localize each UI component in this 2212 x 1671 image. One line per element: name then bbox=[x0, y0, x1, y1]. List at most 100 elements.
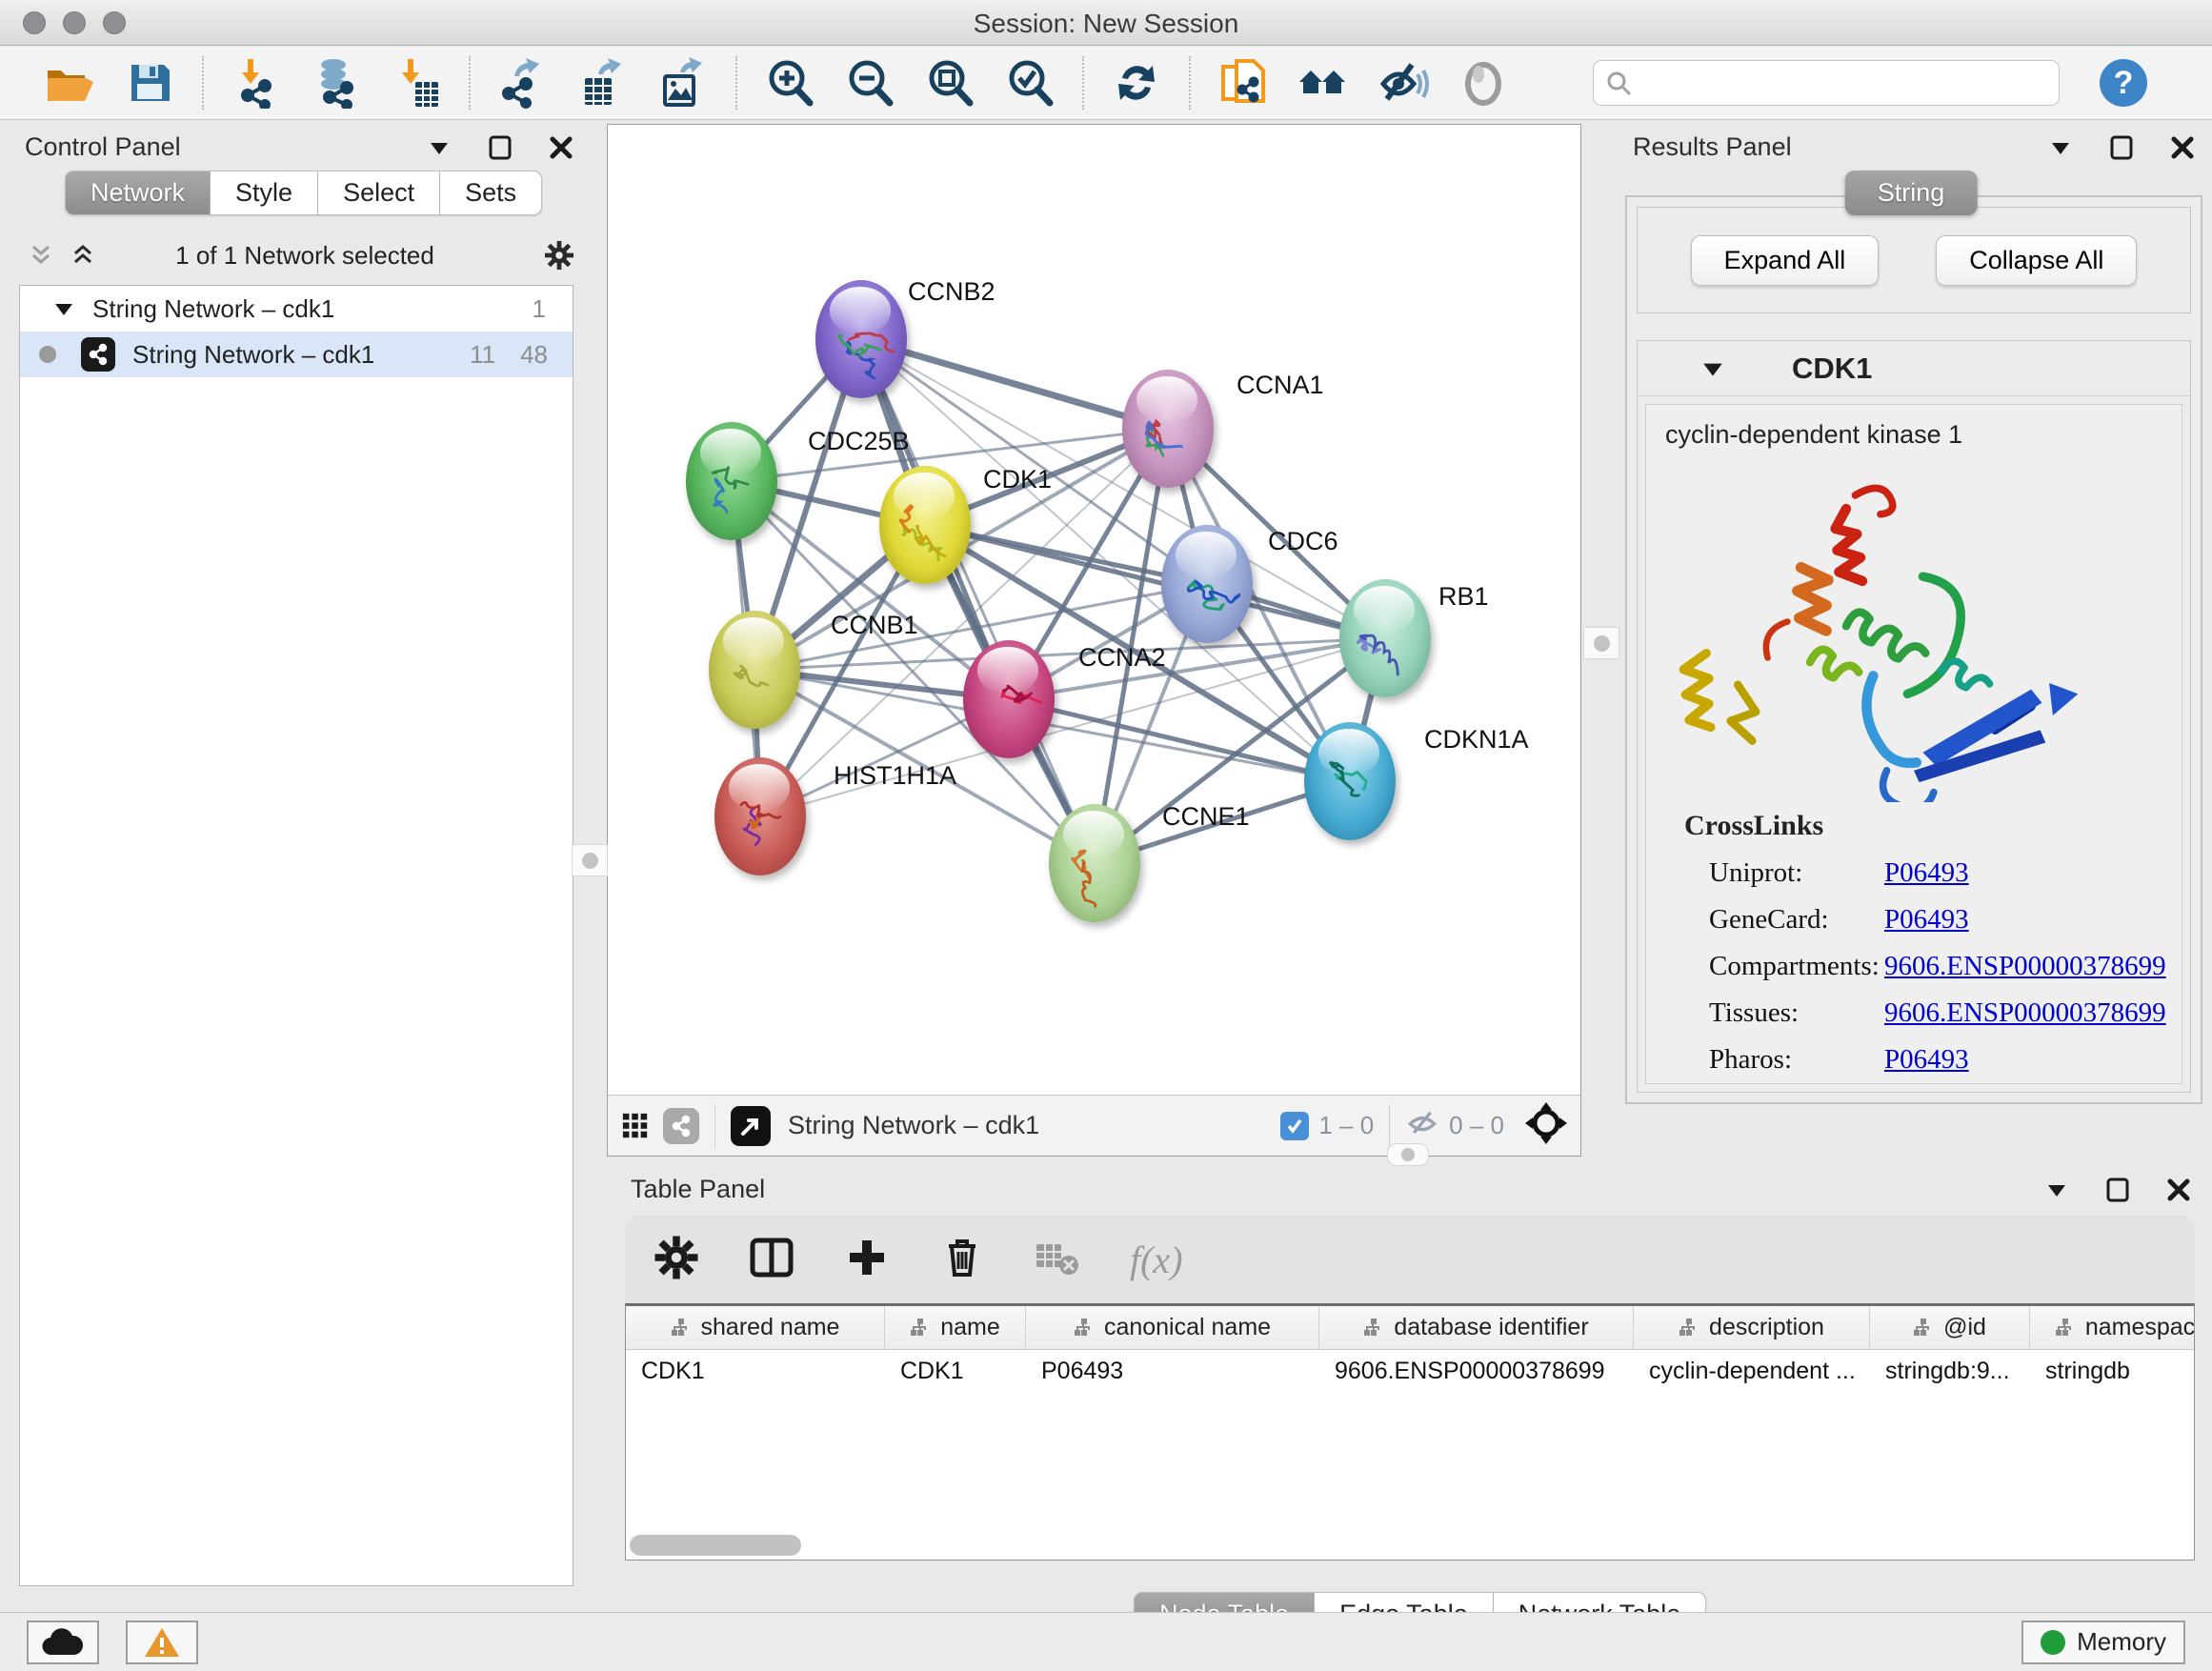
network-node-CDKN1A[interactable] bbox=[1304, 722, 1396, 840]
network-row[interactable]: String Network – cdk1 11 48 bbox=[20, 332, 573, 377]
crosslink-pharos[interactable]: P06493 bbox=[1884, 1044, 1969, 1076]
tab-style[interactable]: Style bbox=[211, 171, 318, 215]
expand-all-networks-icon[interactable] bbox=[69, 241, 97, 270]
control-panel-float-button[interactable] bbox=[486, 133, 514, 162]
column-header-namespac[interactable]: namespac bbox=[2030, 1306, 2195, 1349]
network-node-HIST1H1A[interactable] bbox=[714, 757, 806, 876]
save-session-button[interactable] bbox=[122, 55, 177, 111]
memory-button[interactable]: Memory bbox=[2021, 1621, 2185, 1664]
table-cell[interactable]: P06493 bbox=[1026, 1350, 1319, 1392]
network-node-CCNA1[interactable] bbox=[1122, 370, 1214, 488]
column-header-database-identifier[interactable]: database identifier bbox=[1319, 1306, 1634, 1349]
collapse-all-button[interactable]: Collapse All bbox=[1936, 235, 2137, 286]
cloud-button[interactable] bbox=[27, 1621, 99, 1664]
network-node-CDC6[interactable] bbox=[1161, 525, 1253, 643]
show-column-selector-icon[interactable] bbox=[749, 1235, 794, 1285]
tab-network[interactable]: Network bbox=[65, 171, 211, 215]
network-node-CCNA2[interactable] bbox=[963, 640, 1055, 758]
collapse-triangle-icon[interactable] bbox=[52, 297, 75, 320]
node-table[interactable]: shared namenamecanonical namedatabase id… bbox=[625, 1303, 2195, 1560]
tab-sets[interactable]: Sets bbox=[440, 171, 542, 215]
results-panel-menu-button[interactable] bbox=[2046, 133, 2075, 162]
apply-layout-button[interactable] bbox=[1109, 55, 1164, 111]
tab-select[interactable]: Select bbox=[318, 171, 440, 215]
first-neighbors-button[interactable] bbox=[1296, 55, 1351, 111]
control-panel-close-button[interactable] bbox=[547, 133, 575, 162]
results-panel-float-button[interactable] bbox=[2107, 133, 2136, 162]
node-label-RB1: RB1 bbox=[1438, 582, 1489, 612]
open-session-button[interactable] bbox=[42, 55, 97, 111]
results-panel-close-button[interactable] bbox=[2168, 133, 2197, 162]
network-node-CDK1[interactable] bbox=[879, 466, 971, 584]
network-node-RB1[interactable] bbox=[1339, 579, 1431, 697]
grid-view-icon[interactable] bbox=[621, 1112, 650, 1140]
node-structure-glyph bbox=[1135, 400, 1200, 473]
search-input[interactable] bbox=[1632, 64, 2047, 102]
column-header--id[interactable]: @id bbox=[1870, 1306, 2030, 1349]
column-header-canonical-name[interactable]: canonical name bbox=[1026, 1306, 1319, 1349]
hide-selected-button[interactable] bbox=[1376, 55, 1431, 111]
tab-string[interactable]: String bbox=[1845, 171, 1978, 215]
import-network-from-database-button[interactable] bbox=[309, 55, 364, 111]
detach-view-icon[interactable] bbox=[731, 1106, 771, 1146]
crosslink-tissues[interactable]: 9606.ENSP00000378699 bbox=[1884, 997, 2166, 1029]
selected-checkbox-icon[interactable] bbox=[1280, 1112, 1309, 1140]
table-horizontal-scrollbar[interactable] bbox=[630, 1535, 801, 1556]
birdseye-icon[interactable] bbox=[1525, 1102, 1567, 1149]
network-canvas[interactable]: CCNB2CCNA1CDC25BCDK1CDC6RB1CCNB1CCNA2CDK… bbox=[608, 125, 1580, 1094]
table-cell[interactable]: CDK1 bbox=[626, 1350, 885, 1392]
crosslink-genecard[interactable]: P06493 bbox=[1884, 904, 1969, 936]
import-network-button[interactable] bbox=[229, 55, 284, 111]
network-share-icon bbox=[81, 337, 115, 372]
left-splitter-handle[interactable] bbox=[572, 844, 608, 876]
cdk1-section-header[interactable]: CDK1 bbox=[1638, 341, 2190, 396]
export-network-button[interactable] bbox=[495, 55, 551, 111]
delete-column-trash-icon[interactable] bbox=[939, 1235, 985, 1285]
bottom-splitter-handle[interactable] bbox=[1387, 1143, 1429, 1166]
copy-network-button[interactable] bbox=[1216, 55, 1271, 111]
section-collapse-triangle-icon[interactable] bbox=[1700, 356, 1725, 381]
zoom-in-button[interactable] bbox=[762, 55, 817, 111]
table-row[interactable]: CDK1CDK1P064939606.ENSP00000378699cyclin… bbox=[626, 1350, 2194, 1392]
crosslink-row: Uniprot:P06493 bbox=[1684, 857, 2182, 889]
network-collection-row[interactable]: String Network – cdk1 1 bbox=[20, 286, 573, 332]
crosslink-compartments[interactable]: 9606.ENSP00000378699 bbox=[1884, 951, 2166, 982]
column-header-shared-name[interactable]: shared name bbox=[626, 1306, 885, 1349]
warnings-button[interactable] bbox=[126, 1621, 198, 1664]
network-node-CCNB2[interactable] bbox=[815, 280, 907, 398]
control-panel-menu-button[interactable] bbox=[425, 133, 453, 162]
delete-table-icon bbox=[1035, 1235, 1080, 1285]
table-settings-gear-icon[interactable] bbox=[654, 1235, 699, 1285]
search-box[interactable] bbox=[1593, 60, 2060, 106]
table-panel-float-button[interactable] bbox=[2103, 1176, 2132, 1204]
crosslink-label: Tissues: bbox=[1684, 997, 1884, 1029]
show-all-button[interactable] bbox=[1456, 55, 1511, 111]
table-panel-close-button[interactable] bbox=[2164, 1176, 2193, 1204]
network-node-CDC25B[interactable] bbox=[686, 422, 777, 540]
zoom-selected-button[interactable] bbox=[1002, 55, 1057, 111]
table-cell[interactable]: stringdb:9... bbox=[1870, 1350, 2030, 1392]
crosslink-uniprot[interactable]: P06493 bbox=[1884, 857, 1969, 889]
selected-count: 1 – 0 bbox=[1318, 1111, 1374, 1140]
network-node-CCNE1[interactable] bbox=[1049, 804, 1140, 922]
column-header-name[interactable]: name bbox=[885, 1306, 1026, 1349]
network-edge[interactable] bbox=[861, 339, 1168, 429]
help-button[interactable]: ? bbox=[2096, 55, 2151, 111]
export-table-button[interactable] bbox=[575, 55, 631, 111]
table-cell[interactable]: cyclin-dependent ... bbox=[1634, 1350, 1870, 1392]
table-cell[interactable]: stringdb bbox=[2030, 1350, 2195, 1392]
import-table-button[interactable] bbox=[389, 55, 444, 111]
expand-all-button[interactable]: Expand All bbox=[1691, 235, 1880, 286]
column-header-description[interactable]: description bbox=[1634, 1306, 1870, 1349]
create-column-plus-icon[interactable] bbox=[844, 1235, 890, 1285]
table-panel-menu-button[interactable] bbox=[2042, 1176, 2071, 1204]
table-cell[interactable]: 9606.ENSP00000378699 bbox=[1319, 1350, 1634, 1392]
network-list-view-icon[interactable] bbox=[663, 1108, 699, 1144]
zoom-fit-button[interactable] bbox=[922, 55, 977, 111]
network-node-CCNB1[interactable] bbox=[709, 611, 800, 729]
network-options-gear-icon[interactable] bbox=[545, 241, 573, 270]
export-image-button[interactable] bbox=[655, 55, 711, 111]
table-cell[interactable]: CDK1 bbox=[885, 1350, 1026, 1392]
collapse-all-networks-icon[interactable] bbox=[27, 241, 55, 270]
zoom-out-button[interactable] bbox=[842, 55, 897, 111]
